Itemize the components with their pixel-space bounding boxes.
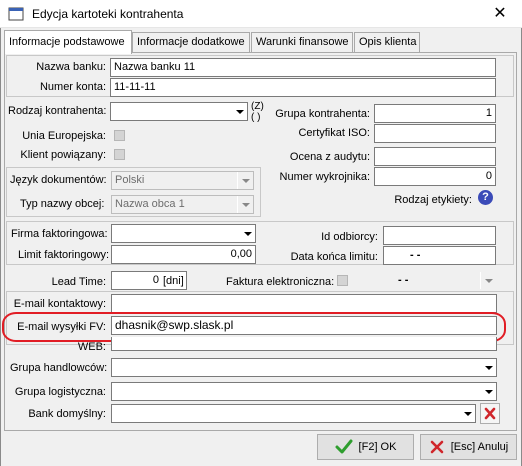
lead-time-label: Lead Time: bbox=[51, 276, 106, 288]
rodzaj-kontrahenta-select[interactable] bbox=[110, 102, 248, 121]
cancel-button-label: [Esc] Anuluj bbox=[450, 441, 509, 453]
close-icon[interactable]: ✕ bbox=[486, 4, 514, 24]
klient-powiazany-checkbox[interactable] bbox=[114, 149, 125, 160]
ok-button-label: [F2] OK bbox=[358, 441, 397, 453]
unia-europejska-checkbox[interactable] bbox=[114, 130, 125, 141]
faktura-elektroniczna-checkbox[interactable] bbox=[337, 275, 348, 286]
ocena-z-audytu-label: Ocena z audytu: bbox=[289, 151, 370, 163]
grupa-handlowcow-select[interactable] bbox=[111, 358, 497, 377]
grupa-handlowcow-label: Grupa handlowców: bbox=[10, 362, 108, 374]
email-kontaktowy-label: E-mail kontaktowy: bbox=[13, 298, 106, 310]
ocena-z-audytu-field[interactable] bbox=[374, 147, 496, 166]
data-konca-limitu-field[interactable]: - - bbox=[383, 246, 496, 265]
tab-warunki-finansowe[interactable]: Warunki finansowe bbox=[251, 32, 353, 52]
tab-informacje-podstawowe[interactable]: Informacje podstawowe bbox=[4, 30, 132, 54]
chevron-down-icon[interactable] bbox=[459, 405, 475, 422]
bank-domyslny-select[interactable] bbox=[111, 404, 476, 423]
account-number-label: Numer konta: bbox=[39, 81, 106, 93]
id-odbiorcy-field[interactable] bbox=[383, 226, 496, 245]
jezyk-dokumentow-value: Polski bbox=[115, 174, 145, 186]
limit-faktoringowy-label: Limit faktoringowy: bbox=[18, 249, 110, 261]
grupa-logistyczna-label: Grupa logistyczna: bbox=[14, 386, 106, 398]
cancel-button[interactable]: [Esc] Anuluj bbox=[420, 434, 517, 460]
certyfikat-iso-label: Certyfikat ISO: bbox=[298, 127, 370, 139]
unia-europejska-label: Unia Europejska: bbox=[22, 130, 106, 142]
chevron-down-icon[interactable] bbox=[480, 359, 496, 376]
firma-faktoringowa-label: Firma faktoringowa: bbox=[11, 228, 108, 240]
email-kontaktowy-field[interactable] bbox=[111, 294, 497, 313]
id-odbiorcy-label: Id odbiorcy: bbox=[321, 231, 378, 243]
typ-nazwy-obcej-select[interactable]: Nazwa obca 1 bbox=[111, 195, 254, 214]
clear-bank-button[interactable] bbox=[480, 403, 500, 424]
faktura-elektroniczna-select[interactable]: - - bbox=[357, 271, 497, 290]
rodzaj-etykiety-label: Rodzaj etykiety: bbox=[394, 194, 472, 206]
chevron-down-icon[interactable] bbox=[480, 383, 496, 400]
chevron-down-icon[interactable] bbox=[239, 225, 255, 242]
chevron-down-icon[interactable] bbox=[237, 172, 253, 189]
www-label: WEB: bbox=[77, 341, 106, 353]
certyfikat-iso-field[interactable] bbox=[374, 124, 496, 143]
www-field[interactable] bbox=[111, 337, 497, 351]
help-icon[interactable]: ? bbox=[478, 190, 493, 205]
jezyk-dokumentow-label: Język dokumentów: bbox=[10, 174, 107, 186]
chevron-down-icon[interactable] bbox=[237, 196, 253, 213]
typ-nazwy-obcej-label: Typ nazwy obcej: bbox=[20, 198, 105, 210]
tab-opis-klienta[interactable]: Opis klienta bbox=[354, 32, 420, 52]
bank-name-field[interactable]: Nazwa banku 11 bbox=[110, 58, 496, 77]
numer-wykrojnika-label: Numer wykrojnika: bbox=[279, 171, 370, 183]
rodzaj-kontrahenta-label: Rodzaj kontrahenta: bbox=[8, 105, 107, 117]
grupa-kontrahenta-label: Grupa kontrahenta: bbox=[275, 108, 370, 120]
tab-informacje-dodatkowe[interactable]: Informacje dodatkowe bbox=[132, 32, 250, 52]
klient-powiazany-label: Klient powiązany: bbox=[20, 149, 106, 161]
numer-wykrojnika-field[interactable]: 0 bbox=[374, 167, 496, 186]
firma-faktoringowa-select[interactable] bbox=[111, 224, 256, 243]
bank-domyslny-label: Bank domyślny: bbox=[28, 408, 106, 420]
title-bar: Edycja kartoteki kontrahenta ✕ bbox=[0, 0, 522, 28]
app-icon bbox=[8, 7, 24, 21]
data-konca-limitu-label: Data końca limitu: bbox=[290, 251, 378, 263]
faktura-elektroniczna-label: Faktura elektroniczna: bbox=[226, 276, 335, 288]
cancel-x-icon bbox=[430, 440, 444, 454]
chevron-down-icon[interactable] bbox=[231, 103, 247, 120]
typ-nazwy-obcej-value: Nazwa obca 1 bbox=[115, 198, 185, 210]
paren-marker: ( ) bbox=[251, 112, 261, 123]
ok-button[interactable]: [F2] OK bbox=[317, 434, 414, 460]
checkmark-icon bbox=[335, 439, 353, 454]
chevron-down-icon[interactable] bbox=[480, 272, 496, 289]
window-title: Edycja kartoteki kontrahenta bbox=[32, 7, 184, 21]
delete-x-icon bbox=[484, 407, 496, 420]
faktura-elektroniczna-value: - - bbox=[398, 274, 409, 286]
account-number-field[interactable]: 11-11-11 bbox=[110, 78, 496, 97]
grupa-kontrahenta-field[interactable]: 1 bbox=[374, 104, 496, 123]
bank-name-label: Nazwa banku: bbox=[36, 61, 106, 73]
grupa-logistyczna-select[interactable] bbox=[111, 382, 497, 401]
limit-faktoringowy-field[interactable]: 0,00 bbox=[111, 245, 256, 264]
jezyk-dokumentow-select[interactable]: Polski bbox=[111, 171, 254, 190]
lead-time-unit: [dni] bbox=[163, 275, 184, 287]
